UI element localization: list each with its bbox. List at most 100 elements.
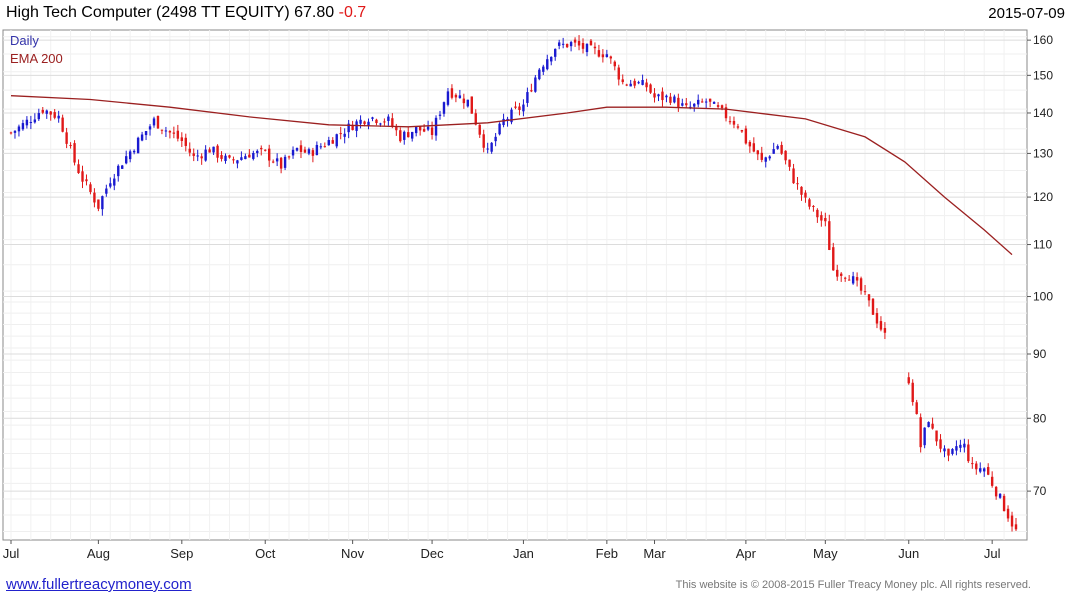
price-bar-body — [152, 118, 156, 126]
y-tick-label: 90 — [1033, 347, 1047, 361]
price-bar-body — [816, 209, 819, 218]
price-bar-body — [581, 43, 585, 49]
site-link[interactable]: www.fullertreacymoney.com — [6, 576, 192, 593]
price-bar-body — [550, 56, 553, 62]
axes: 70 80 90 100 110 120 130 140 150 160 Jul Aug Sep Oct N… — [3, 33, 1054, 561]
price-bar-body — [97, 199, 100, 209]
price-bar-body — [260, 147, 263, 150]
price-bar-body — [832, 247, 835, 271]
x-tick-label: Aug — [87, 546, 110, 561]
price-bar-body — [244, 156, 247, 160]
price-bar-body — [796, 183, 799, 185]
price-bar-body — [240, 157, 243, 160]
price-bar-body — [379, 123, 382, 125]
price-bar-body — [65, 132, 68, 144]
price-bar-body — [371, 117, 374, 119]
x-tick-label: Oct — [255, 546, 276, 561]
price-bar-body — [144, 131, 148, 136]
legend-daily: Daily — [10, 33, 39, 48]
price-bar-body — [836, 269, 839, 277]
y-tick-label: 100 — [1033, 290, 1053, 304]
price-bar-body — [478, 124, 481, 135]
legend-ema-200: EMA 200 — [10, 51, 63, 66]
price-bar-body — [434, 117, 438, 136]
price-bar-body — [538, 69, 541, 80]
price-bar-body — [383, 121, 386, 123]
price-bar-body — [621, 79, 624, 83]
price-bar-body — [720, 105, 724, 109]
price-bar-body — [669, 96, 672, 103]
price-bar-body — [875, 313, 879, 324]
price-bar-body — [923, 427, 926, 446]
price-bar-body — [498, 123, 501, 135]
price-bar-body — [772, 149, 775, 154]
price-bar-body — [573, 39, 577, 43]
price-bar-body — [554, 48, 557, 57]
price-bar-body — [450, 88, 454, 98]
price-bar-body — [176, 130, 180, 139]
price-bar-body — [343, 133, 346, 137]
price-bar-body — [204, 149, 207, 161]
price-bar-body — [792, 168, 795, 184]
price-bar-body — [625, 84, 628, 86]
price-bar-body — [140, 134, 144, 141]
price-bar-body — [812, 205, 815, 207]
price-bar-body — [728, 121, 732, 123]
price-bar-body — [438, 114, 442, 116]
price-bar-body — [136, 137, 140, 154]
price-bar-body — [764, 157, 767, 162]
price-bar-body — [295, 148, 299, 151]
price-bar-body — [33, 119, 37, 123]
price-chart: 70 80 90 100 110 120 130 140 150 160 Jul Aug Sep Oct N… — [2, 29, 1054, 561]
price-bar-body — [820, 215, 823, 221]
price-bar-body — [883, 328, 887, 333]
price-bar-body — [21, 123, 25, 130]
price-bar-body — [411, 131, 414, 139]
price-bar-body — [264, 149, 267, 151]
price-bar-body — [736, 126, 740, 128]
price-bar-body — [287, 156, 291, 158]
price-bar-body — [256, 150, 259, 154]
price-bar-body — [486, 148, 489, 150]
x-tick-label: Nov — [341, 546, 365, 561]
price-bar-body — [629, 83, 632, 87]
price-bar-body — [77, 164, 80, 174]
price-bar-body — [387, 116, 390, 121]
price-bar-body — [248, 154, 251, 158]
price-bar-body — [1014, 524, 1018, 530]
price-bar-body — [561, 43, 565, 45]
price-bar-body — [593, 46, 597, 49]
price-bar-body — [708, 98, 712, 102]
price-bar-body — [518, 106, 521, 111]
price-bar-body — [879, 321, 883, 330]
price-bar-body — [73, 143, 76, 163]
price-bar-body — [89, 184, 92, 192]
price-bar-body — [617, 67, 620, 80]
price-bar-body — [307, 149, 311, 154]
price-bar-body — [41, 109, 44, 113]
price-bar-body — [335, 134, 338, 147]
price-bar-body — [601, 54, 605, 58]
price-bar-body — [482, 134, 485, 148]
price-bar-body — [466, 99, 470, 107]
price-bar-body — [911, 382, 914, 403]
price-bar-body — [613, 61, 616, 67]
price-bar-body — [49, 111, 52, 115]
price-bar-body — [236, 160, 239, 164]
price-bar-body — [9, 132, 13, 134]
price-bar-body — [494, 136, 497, 142]
price-bar-body — [275, 158, 279, 162]
y-tick-label: 150 — [1033, 68, 1053, 82]
price-bar-body — [935, 430, 938, 442]
price-bar-body — [808, 199, 811, 207]
price-bar-body — [101, 196, 104, 210]
price-bar-body — [712, 102, 716, 104]
x-tick-label: May — [813, 546, 838, 561]
price-bar-body — [979, 468, 982, 472]
price-bar-body — [740, 130, 744, 132]
y-tick-label: 70 — [1033, 484, 1047, 498]
price-bar-body — [947, 448, 950, 456]
price-bar-body — [653, 93, 656, 98]
price-bar-body — [542, 66, 545, 72]
price-bar-body — [109, 183, 112, 187]
